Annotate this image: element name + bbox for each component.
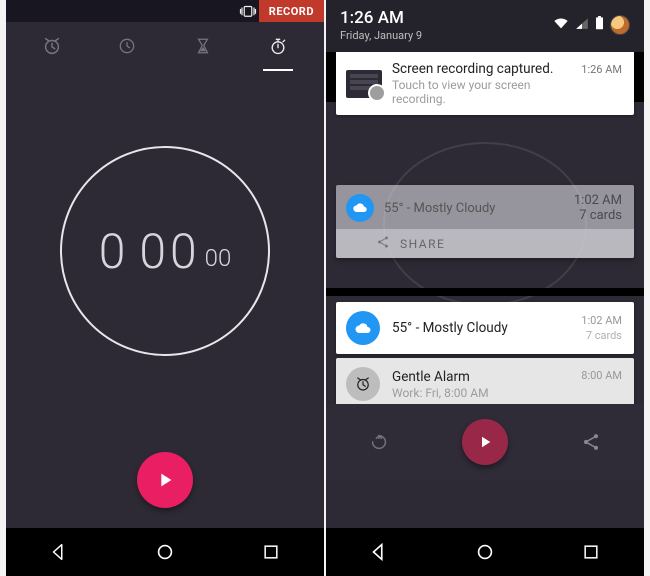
nav-back[interactable] [29, 532, 89, 572]
status-time: 1:26 AM [340, 8, 422, 28]
phone-right: 1:26 AM Friday, January 9 [326, 0, 644, 576]
battery-icon [595, 16, 604, 34]
status-icons [553, 15, 630, 35]
nav-recent[interactable] [241, 532, 301, 572]
reset-button[interactable] [355, 418, 403, 466]
card-share-action[interactable]: SHARE [336, 229, 634, 258]
status-date: Friday, January 9 [340, 29, 422, 42]
stopwatch-centis: 00 [205, 244, 232, 272]
play-icon [476, 433, 494, 451]
system-nav [6, 528, 324, 576]
tab-clock[interactable] [108, 27, 146, 65]
notification-screen-recording[interactable]: Screen recording captured. Touch to view… [336, 52, 634, 115]
share-button[interactable] [567, 418, 615, 466]
profile-avatar[interactable] [610, 15, 630, 35]
tab-alarm[interactable] [33, 27, 71, 65]
card-title: 55° - Mostly Cloudy [384, 201, 574, 216]
stopwatch-ring: 0 00 00 [60, 146, 270, 356]
screen-recording-thumbnail-icon [346, 70, 382, 98]
nav-back[interactable] [349, 532, 409, 572]
notification-title: Gentle Alarm [392, 369, 581, 385]
notification-title: 55° - Mostly Cloudy [392, 320, 581, 336]
alarm-icon [346, 367, 380, 401]
clock-app: 0 00 00 [6, 22, 324, 528]
stopwatch-time: 0 00 00 [99, 223, 232, 280]
notification-time: 1:26 AM [571, 63, 622, 76]
shade-status[interactable]: 1:26 AM Friday, January 9 [326, 0, 644, 52]
signal-icon [575, 17, 589, 33]
cloud-icon [346, 194, 374, 222]
stopwatch-minutes: 0 [99, 223, 130, 280]
cloud-icon [346, 311, 380, 345]
card-time: 1:02 AM [574, 193, 622, 208]
nav-home[interactable] [455, 532, 515, 572]
status-bar: RECORD [6, 0, 324, 22]
wifi-icon [553, 17, 569, 33]
now-card-weather[interactable]: 55° - Mostly Cloudy 1:02 AM 7 cards S [336, 185, 634, 258]
notification-time: 8:00 AM [581, 369, 622, 382]
play-icon [154, 469, 176, 491]
start-button[interactable] [462, 419, 508, 465]
stopwatch-seconds: 00 [139, 223, 200, 280]
share-icon [376, 235, 390, 252]
share-label: SHARE [400, 237, 445, 251]
notification-time: 1:02 AM [581, 314, 622, 327]
nav-home[interactable] [135, 532, 195, 572]
tab-bar [6, 22, 324, 70]
tab-stopwatch[interactable] [259, 27, 297, 65]
divider [326, 288, 644, 296]
tab-timer[interactable] [184, 27, 222, 65]
notification-title: Screen recording captured. [392, 61, 571, 77]
system-nav [326, 528, 644, 576]
nav-recent[interactable] [561, 532, 621, 572]
vibrate-icon [237, 2, 259, 20]
start-button[interactable] [137, 452, 193, 508]
comparison-stage: RECORD [0, 0, 650, 576]
stopwatch-display: 0 00 00 [6, 70, 324, 432]
phone-left: RECORD [6, 0, 324, 576]
card-count: 7 cards [574, 208, 622, 223]
notification-subtext: Work: Fri, 8:00 AM [392, 386, 581, 400]
status-time-date: 1:26 AM Friday, January 9 [340, 8, 422, 42]
notification-subtext: Touch to view your screen recording. [392, 78, 571, 106]
notification-cards: 7 cards [581, 329, 622, 342]
notification-alarm[interactable]: Gentle Alarm Work: Fri, 8:00 AM 8:00 AM [336, 358, 634, 410]
fab-row [6, 432, 324, 528]
notification-weather[interactable]: 55° - Mostly Cloudy 1:02 AM 7 cards [336, 302, 634, 354]
shade-body: Screen recording captured. Touch to view… [326, 52, 644, 528]
clock-actions [326, 404, 644, 480]
